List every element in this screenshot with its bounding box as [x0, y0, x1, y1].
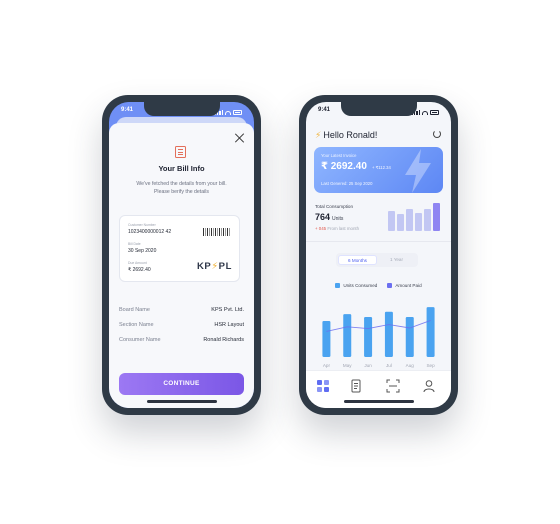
chart-bar	[343, 314, 352, 357]
grid-icon[interactable]	[316, 379, 330, 393]
detail-key: Board Name	[119, 307, 150, 313]
battery-icon	[233, 110, 242, 115]
legend-label: Amount Paid	[395, 283, 422, 288]
detail-row: Section Name HSR Layout	[119, 322, 244, 337]
bill-card: Customer Number 1023400000012 42 Bill Da…	[119, 215, 240, 282]
barcode-icon	[203, 228, 231, 236]
invoice-amount: ₹ 2692.40	[321, 161, 367, 172]
mockup-stage: 9:41 Your Bill Info We've fetched the de…	[0, 0, 560, 524]
phone-dashboard: 9:41 ⚡ Hello Ronald! Your Latest Invoice …	[299, 95, 458, 415]
chart-bar	[426, 307, 435, 357]
detail-key: Section Name	[119, 322, 154, 328]
lightning-icon: ⚡	[211, 261, 219, 272]
bill-date: 30 Sep 2020	[128, 248, 157, 254]
consumption-delta-text: From last month	[327, 226, 360, 231]
close-icon[interactable]	[235, 133, 245, 143]
x-tick-label: Aug	[406, 363, 415, 368]
home-indicator	[343, 400, 414, 403]
sheet-subtitle: We've fetched the details from your bill…	[123, 180, 240, 196]
refresh-icon[interactable]	[433, 130, 441, 138]
bill-info-sheet: Your Bill Info We've fetched the details…	[109, 123, 254, 408]
range-6-months[interactable]: 6 Months	[338, 255, 377, 265]
consumption-number: 764	[315, 212, 331, 222]
phone-notch	[143, 102, 220, 116]
due-amount-label: Due Amount	[128, 261, 147, 265]
x-tick-label: May	[343, 363, 352, 368]
wifi-icon	[422, 110, 428, 115]
legend-label: Units Consumed	[343, 283, 378, 288]
sheet-subtitle-line: Please berify the details	[153, 189, 210, 195]
chart-bar	[405, 316, 414, 357]
phone-screen: 9:41 Your Bill Info We've fetched the de…	[109, 102, 254, 408]
phone-screen: 9:41 ⚡ Hello Ronald! Your Latest Invoice …	[306, 102, 451, 408]
status-time: 9:41	[318, 107, 331, 113]
x-tick-label: Sep	[426, 363, 435, 368]
consumption-mini-chart	[388, 203, 442, 231]
invoice-date: Last Genered: 25 Sep 2020	[321, 181, 373, 186]
lightning-icon: ⚡	[315, 130, 322, 140]
user-icon[interactable]	[422, 379, 436, 393]
chart-bar	[384, 311, 393, 357]
consumption-value: 764 Units	[315, 212, 343, 222]
mini-bar	[397, 213, 404, 231]
legend-swatch	[335, 283, 341, 288]
detail-value: HSR Layout	[214, 322, 244, 328]
mini-bar	[406, 209, 413, 231]
mini-bar	[433, 203, 440, 231]
chart-legend: Units Consumed Amount Paid	[306, 283, 451, 288]
battery-icon	[430, 110, 439, 115]
x-tick-label: Jul	[386, 363, 392, 368]
detail-key: Consumer Name	[119, 337, 161, 343]
x-tick-label: Apr	[323, 363, 331, 368]
detail-row: Consumer Name Ronald Richards	[119, 337, 244, 352]
continue-button[interactable]: CONTINUE	[119, 373, 244, 395]
legend-item: Units Consumed	[335, 283, 377, 288]
customer-number-label: Customer Number	[128, 223, 156, 227]
divider	[306, 241, 451, 242]
bill-details: Board Name KPS Pvt. Ltd. Section Name HS…	[119, 307, 244, 352]
due-amount: ₹ 2692.40	[128, 267, 151, 273]
consumption-delta-value: + 045	[315, 226, 327, 231]
bill-icon[interactable]	[349, 379, 363, 393]
bill-date-label: Bill Date	[128, 242, 141, 246]
mini-bar	[415, 212, 422, 231]
legend-swatch	[387, 283, 393, 288]
invoice-card[interactable]: Your Latest Invoice ₹ 2692.40 + ₹112.34 …	[314, 147, 443, 193]
consumption-unit: Units	[332, 216, 344, 222]
range-1-year[interactable]: 1 Year	[377, 255, 416, 265]
detail-value: KPS Pvt. Ltd.	[211, 307, 244, 313]
greeting: ⚡ Hello Ronald!	[315, 130, 377, 141]
phone-notch	[340, 102, 417, 116]
detail-row: Board Name KPS Pvt. Ltd.	[119, 307, 244, 322]
chart-bar	[322, 321, 331, 357]
greeting-text: Hello Ronald!	[323, 130, 378, 140]
invoice-delta: + ₹112.34	[372, 165, 391, 170]
invoice-label: Your Latest Invoice	[321, 153, 357, 158]
home-indicator	[146, 400, 217, 403]
legend-item: Amount Paid	[387, 283, 422, 288]
usage-chart: Apr May Jun Jul Aug Sep	[322, 307, 435, 368]
phone-bill-info: 9:41 Your Bill Info We've fetched the de…	[102, 95, 261, 415]
status-time: 9:41	[121, 107, 134, 113]
range-toggle: 6 Months 1 Year	[336, 253, 418, 267]
customer-number: 1023400000012 42	[128, 229, 172, 235]
logo-right: PL	[218, 261, 232, 272]
wifi-icon	[225, 110, 231, 115]
mini-bar	[388, 211, 395, 231]
sheet-title: Your Bill Info	[158, 164, 205, 173]
x-tick-label: Jun	[364, 363, 372, 368]
chart-bar	[364, 316, 373, 357]
scan-icon[interactable]	[386, 379, 400, 393]
company-logo: KP⚡PL	[197, 261, 232, 272]
consumption-delta: + 045 From last month	[315, 226, 359, 231]
consumption-label: Total Consumption	[315, 204, 354, 209]
mini-bar	[424, 208, 431, 231]
detail-value: Ronald Richards	[203, 337, 244, 343]
lightning-icon	[405, 149, 431, 193]
amount-paid-line	[326, 320, 431, 332]
bill-icon	[175, 146, 186, 158]
sheet-subtitle-line: We've fetched the details from your bill…	[136, 181, 227, 187]
logo-left: KP	[196, 261, 212, 272]
